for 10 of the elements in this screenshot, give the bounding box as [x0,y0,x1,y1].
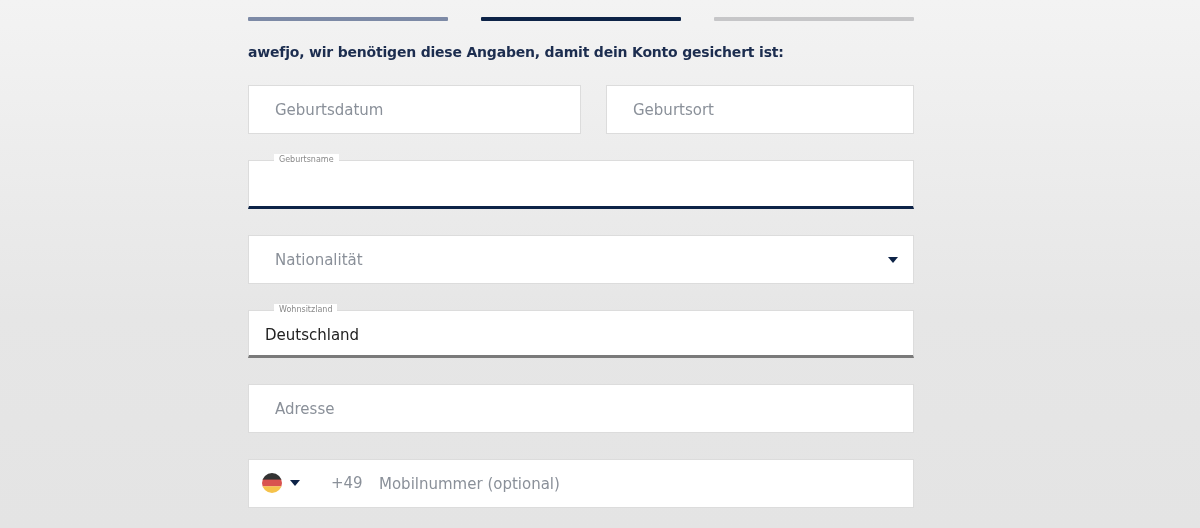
input-field[interactable] [248,160,914,209]
form-heading: awefjo, wir benötigen diese Angaben, damit dein Konto gesichert ist: [248,44,785,60]
field-label: Geburtsname [274,154,339,165]
field-label: Wohnsitzland [274,304,338,315]
select-field[interactable]: Nationalität [248,235,914,284]
input-field[interactable]: Adresse [248,384,914,433]
input-field[interactable]: Geburtsdatum [248,85,581,134]
caret-icon [888,257,898,263]
dial-code: +49 [331,474,363,492]
input-field[interactable]: Geburtsort [606,85,914,134]
